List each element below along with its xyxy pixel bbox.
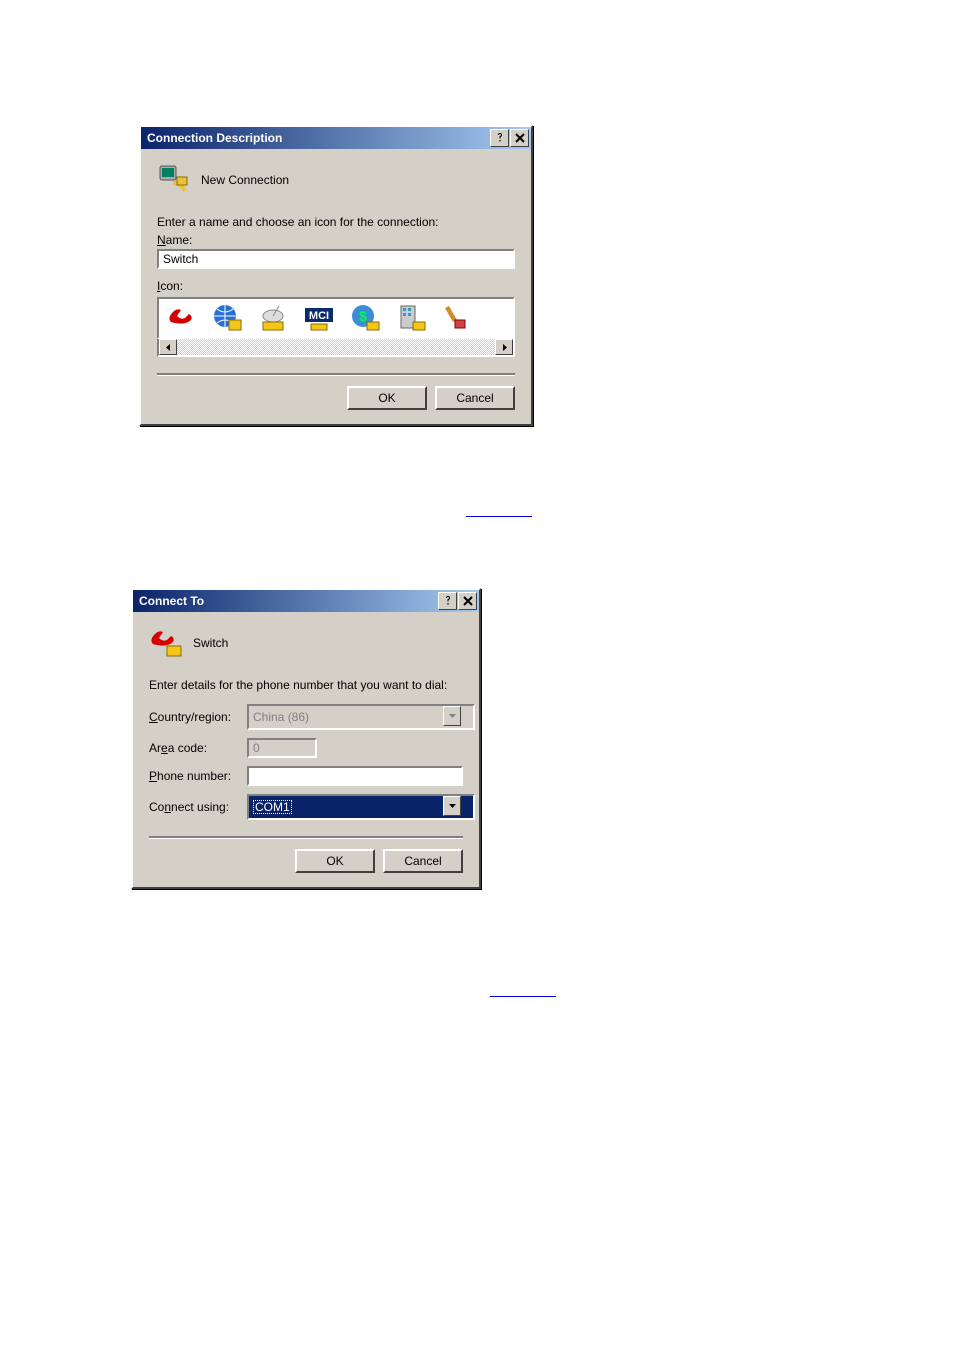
title-text: Connection Description	[147, 131, 489, 145]
connection-description-dialog: Connection Description New Conne	[139, 125, 533, 426]
phone-icon[interactable]	[165, 302, 197, 334]
scroll-left-button[interactable]	[159, 339, 177, 355]
phone-number-input[interactable]	[247, 766, 463, 786]
svg-text:MCI: MCI	[309, 310, 329, 322]
figure-link-underline	[490, 996, 556, 997]
area-code-input	[247, 738, 317, 758]
connect-using-select[interactable]: COM1	[247, 794, 463, 820]
connect-to-dialog: Connect To Switch Enter details for the …	[131, 588, 481, 889]
name-label: Name:	[157, 233, 515, 247]
cancel-button[interactable]: Cancel	[383, 849, 463, 873]
help-icon	[495, 133, 505, 143]
country-select: China (86)	[247, 704, 463, 730]
ok-button[interactable]: OK	[347, 386, 427, 410]
close-button[interactable]	[510, 129, 529, 147]
header-text: New Connection	[201, 173, 289, 187]
dollar-globe-icon[interactable]: $	[349, 302, 381, 334]
scroll-track[interactable]	[177, 339, 495, 355]
help-icon	[443, 596, 453, 606]
help-button[interactable]	[438, 592, 457, 610]
jack-icon[interactable]	[441, 302, 473, 334]
area-code-label: Area code:	[149, 741, 247, 755]
close-icon	[515, 133, 525, 143]
chevron-down-icon	[443, 706, 461, 726]
triangle-right-icon	[501, 344, 508, 351]
globe-dial-icon[interactable]	[211, 302, 243, 334]
titlebar[interactable]: Connect To	[133, 590, 479, 612]
ok-button[interactable]: OK	[295, 849, 375, 873]
help-button[interactable]	[490, 129, 509, 147]
connect-using-label: Connect using:	[149, 800, 247, 814]
instruction-text: Enter a name and choose an icon for the …	[157, 215, 515, 229]
cancel-button[interactable]: Cancel	[435, 386, 515, 410]
svg-text:$: $	[359, 308, 367, 324]
name-input[interactable]	[157, 249, 515, 269]
close-icon	[463, 596, 473, 606]
scroll-right-button[interactable]	[495, 339, 513, 355]
title-text: Connect To	[139, 594, 437, 608]
icon-scrollbar[interactable]	[157, 339, 515, 357]
icon-picker[interactable]: MCI $	[157, 297, 515, 357]
mci-icon[interactable]: MCI	[303, 302, 335, 334]
close-button[interactable]	[458, 592, 477, 610]
figure-link-underline	[466, 516, 532, 517]
triangle-left-icon	[165, 344, 172, 351]
country-label: Country/region:	[149, 710, 247, 724]
connection-icon	[149, 626, 183, 660]
satellite-icon[interactable]	[257, 302, 289, 334]
header-text: Switch	[193, 636, 228, 650]
instruction-text: Enter details for the phone number that …	[149, 678, 463, 692]
titlebar[interactable]: Connection Description	[141, 127, 531, 149]
chevron-down-icon[interactable]	[443, 796, 461, 816]
separator	[149, 836, 463, 839]
new-connection-icon	[157, 163, 191, 197]
phone-number-label: Phone number:	[149, 769, 247, 783]
building-icon[interactable]	[395, 302, 427, 334]
icon-label: Icon:	[157, 279, 515, 293]
separator	[157, 373, 515, 376]
